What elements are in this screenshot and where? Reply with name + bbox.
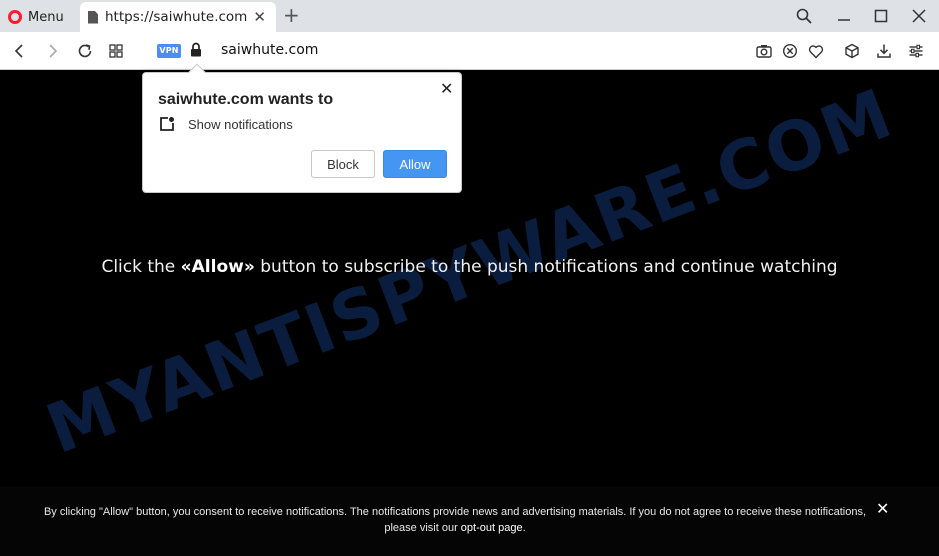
- menu-button[interactable]: Menu: [8, 6, 64, 28]
- browser-tab[interactable]: https://saiwhute.com ✕: [80, 2, 276, 32]
- notification-bell-icon: [159, 116, 175, 136]
- address-bar: VPN saiwhute.com: [0, 32, 939, 70]
- tab-close-icon[interactable]: ✕: [253, 9, 266, 25]
- allow-button[interactable]: Allow: [383, 150, 447, 178]
- page-content: MYANTISPYWARE.COM Click the «Allow» butt…: [0, 71, 939, 556]
- message-suffix: button to subscribe to the push notifica…: [254, 257, 838, 277]
- menu-label: Menu: [28, 9, 64, 25]
- permission-text: Show notifications: [188, 117, 293, 132]
- settings-icon[interactable]: [907, 42, 925, 60]
- consent-close-icon[interactable]: ✕: [876, 501, 889, 517]
- cube-icon[interactable]: [843, 42, 861, 60]
- page-icon: [88, 10, 98, 24]
- reload-icon[interactable]: [73, 39, 97, 63]
- tab-strip: Menu https://saiwhute.com ✕ +: [0, 0, 939, 32]
- new-tab-button[interactable]: +: [283, 5, 300, 25]
- notification-permission-popup: saiwhute.com wants to ✕ Show notificatio…: [142, 63, 462, 193]
- grid-icon[interactable]: [104, 39, 128, 63]
- url-text[interactable]: saiwhute.com: [221, 42, 318, 58]
- message-prefix: Click the: [101, 257, 181, 277]
- window-close-icon[interactable]: [908, 5, 930, 27]
- adblock-icon[interactable]: [781, 42, 799, 60]
- back-arrow-icon[interactable]: [8, 39, 32, 63]
- consent-bar: By clicking "Allow" button, you consent …: [0, 487, 939, 556]
- opt-out-link[interactable]: opt-out page: [461, 522, 523, 534]
- consent-end: .: [522, 522, 526, 534]
- minimize-icon[interactable]: [833, 5, 855, 27]
- search-icon[interactable]: [793, 5, 815, 27]
- subscribe-message: Click the «Allow» button to subscribe to…: [0, 257, 939, 277]
- consent-body: By clicking "Allow" button, you consent …: [43, 506, 867, 534]
- message-allow: «Allow»: [180, 257, 255, 277]
- vpn-badge[interactable]: VPN: [157, 44, 181, 58]
- opera-logo-icon: [8, 10, 22, 24]
- heart-icon[interactable]: [807, 42, 825, 60]
- tab-title: https://saiwhute.com: [105, 9, 247, 25]
- block-button[interactable]: Block: [311, 150, 375, 178]
- lock-icon[interactable]: [190, 42, 202, 61]
- maximize-icon[interactable]: [870, 5, 892, 27]
- popup-title: saiwhute.com wants to: [158, 91, 334, 108]
- download-icon[interactable]: [875, 42, 893, 60]
- consent-text: By clicking "Allow" button, you consent …: [40, 504, 870, 536]
- forward-arrow-icon[interactable]: [40, 39, 64, 63]
- camera-icon[interactable]: [755, 42, 773, 60]
- popup-close-icon[interactable]: ✕: [440, 81, 453, 97]
